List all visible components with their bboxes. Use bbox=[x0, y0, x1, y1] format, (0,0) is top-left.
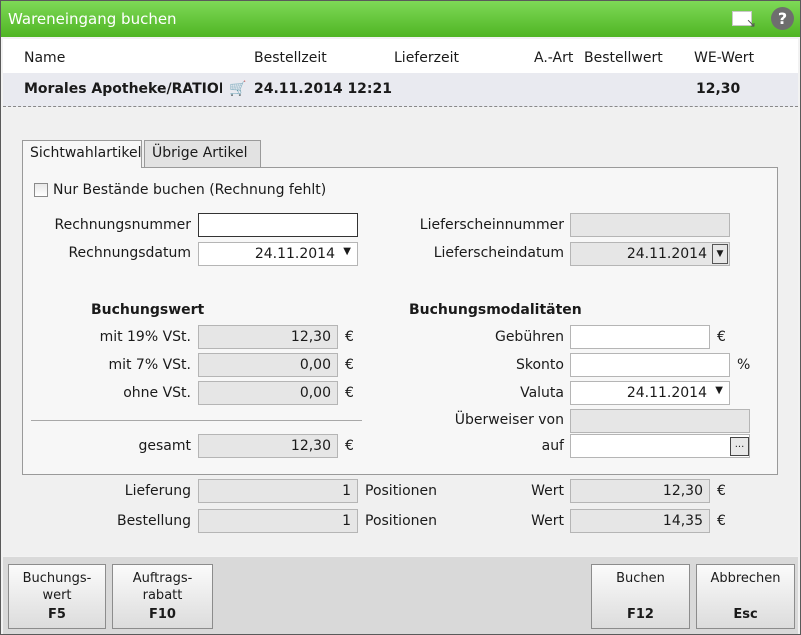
lieferung-wert: 12,30 bbox=[570, 479, 710, 503]
auftragsrabatt-button[interactable]: Auftrags-rabatt F10 bbox=[112, 564, 213, 629]
vst19-label: mit 19% VSt. bbox=[99, 329, 191, 345]
currency-symbol: € bbox=[345, 385, 354, 401]
rechnungsdatum-value: 24.11.2014 bbox=[254, 246, 335, 262]
tab-uebrige-artikel[interactable]: Übrige Artikel bbox=[144, 140, 261, 167]
buchungswert-line2: wert bbox=[42, 588, 72, 603]
chevron-down-icon[interactable]: ▼ bbox=[343, 246, 351, 257]
abbrechen-label: Abbrechen bbox=[710, 571, 781, 586]
title-bar: Wareneingang buchen ↘ ? bbox=[1, 1, 800, 37]
divider bbox=[31, 420, 362, 421]
percent-symbol: % bbox=[737, 357, 751, 373]
chevron-down-icon[interactable]: ▼ bbox=[712, 244, 728, 264]
currency-symbol: € bbox=[717, 513, 726, 529]
nur-bestaende-checkbox[interactable] bbox=[34, 183, 48, 197]
currency-symbol: € bbox=[345, 329, 354, 345]
lieferscheinnummer-label: Lieferscheinnummer bbox=[419, 217, 564, 233]
window-title: Wareneingang buchen bbox=[8, 10, 177, 28]
rechnungsnummer-label: Rechnungsnummer bbox=[54, 217, 191, 233]
vst7-value: 0,00 bbox=[198, 353, 338, 377]
buchungswert-heading: Buchungswert bbox=[91, 302, 205, 318]
col-lieferzeit[interactable]: Lieferzeit bbox=[394, 50, 459, 66]
order-name: Morales Apotheke/RATIOPH bbox=[24, 81, 222, 97]
rechnungsdatum-picker[interactable]: 24.11.2014 ▼ bbox=[198, 242, 358, 266]
ohne-vst-label: ohne VSt. bbox=[123, 385, 191, 401]
currency-symbol: € bbox=[345, 438, 354, 454]
skonto-input[interactable] bbox=[570, 353, 730, 377]
lieferung-label: Lieferung bbox=[124, 483, 191, 499]
col-wewert[interactable]: WE-Wert bbox=[694, 50, 754, 66]
lieferung-wert-label: Wert bbox=[531, 483, 564, 499]
col-bestellwert[interactable]: Bestellwert bbox=[584, 50, 663, 66]
lieferscheinnummer-input[interactable] bbox=[570, 213, 730, 237]
vst7-label: mit 7% VSt. bbox=[108, 357, 191, 373]
ohne-vst-value: 0,00 bbox=[198, 381, 338, 405]
checkbox-label: Nur Bestände buchen (Rechnung fehlt) bbox=[53, 182, 327, 198]
table-row[interactable]: Morales Apotheke/RATIOPH 🛒 24.11.2014 12… bbox=[3, 73, 798, 107]
rechnungsdatum-label: Rechnungsdatum bbox=[68, 245, 191, 261]
buchungswert-key: F5 bbox=[48, 607, 66, 622]
col-aart[interactable]: A.-Art bbox=[534, 50, 573, 66]
auf-label: auf bbox=[541, 438, 564, 454]
valuta-picker[interactable]: 24.11.2014 ▼ bbox=[570, 381, 730, 405]
rechnungsnummer-input[interactable] bbox=[198, 213, 358, 237]
gesamt-value: 12,30 bbox=[198, 434, 338, 458]
bestellung-positionen-label: Positionen bbox=[365, 513, 437, 529]
modalitaeten-heading: Buchungsmodalitäten bbox=[409, 302, 582, 318]
auftragsrabatt-line2: rabatt bbox=[142, 588, 183, 603]
lieferung-count: 1 bbox=[198, 479, 358, 503]
window-restore-icon[interactable]: ↘ bbox=[732, 8, 756, 30]
order-table-header: Name Bestellzeit Lieferzeit A.-Art Beste… bbox=[3, 39, 798, 77]
currency-symbol: € bbox=[717, 483, 726, 499]
order-bestellzeit: 24.11.2014 12:21 bbox=[254, 81, 393, 97]
lieferscheindatum-value: 24.11.2014 bbox=[626, 246, 707, 262]
shopping-cart-icon: 🛒 bbox=[229, 81, 247, 97]
auftragsrabatt-line1: Auftrags- bbox=[132, 571, 193, 586]
vst19-value: 12,30 bbox=[198, 325, 338, 349]
abbrechen-key: Esc bbox=[733, 607, 758, 622]
col-bestellzeit[interactable]: Bestellzeit bbox=[254, 50, 327, 66]
bestellung-wert: 14,35 bbox=[570, 509, 710, 533]
order-wewert: 12,30 bbox=[696, 81, 741, 97]
gesamt-label: gesamt bbox=[138, 438, 192, 454]
lieferung-positionen-label: Positionen bbox=[365, 483, 437, 499]
ueberweiser-label: Überweiser von bbox=[454, 412, 564, 428]
buchungswert-line1: Buchungs- bbox=[22, 571, 92, 586]
bestellung-label: Bestellung bbox=[116, 513, 191, 529]
buchen-button[interactable]: Buchen F12 bbox=[591, 564, 690, 629]
abbrechen-button[interactable]: Abbrechen Esc bbox=[696, 564, 795, 629]
bestellung-count: 1 bbox=[198, 509, 358, 533]
bestellung-wert-label: Wert bbox=[531, 513, 564, 529]
valuta-value: 24.11.2014 bbox=[626, 385, 707, 401]
browse-button[interactable]: ... bbox=[730, 437, 749, 456]
buchungswert-button[interactable]: Buchungs-wert F5 bbox=[8, 564, 106, 629]
chevron-down-icon[interactable]: ▼ bbox=[715, 385, 723, 396]
ueberweiser-input[interactable] bbox=[570, 409, 750, 433]
auf-input[interactable] bbox=[570, 434, 750, 458]
valuta-label: Valuta bbox=[520, 385, 564, 401]
gebuehren-label: Gebühren bbox=[494, 329, 564, 345]
dialog-window: Wareneingang buchen ↘ ? Name Bestellzeit… bbox=[0, 0, 801, 635]
gebuehren-input[interactable] bbox=[570, 325, 710, 349]
buchen-label: Buchen bbox=[616, 571, 665, 586]
auftragsrabatt-key: F10 bbox=[149, 607, 176, 622]
currency-symbol: € bbox=[345, 357, 354, 373]
tab-sichtwahlartikel[interactable]: Sichtwahlartikel bbox=[22, 140, 142, 168]
help-icon[interactable]: ? bbox=[771, 7, 794, 30]
lieferscheindatum-picker[interactable]: 24.11.2014 ▼ bbox=[570, 242, 730, 266]
currency-symbol: € bbox=[717, 329, 726, 345]
col-name[interactable]: Name bbox=[24, 50, 65, 66]
buchen-key: F12 bbox=[627, 607, 654, 622]
skonto-label: Skonto bbox=[516, 357, 564, 373]
lieferscheindatum-label: Lieferscheindatum bbox=[433, 245, 564, 261]
